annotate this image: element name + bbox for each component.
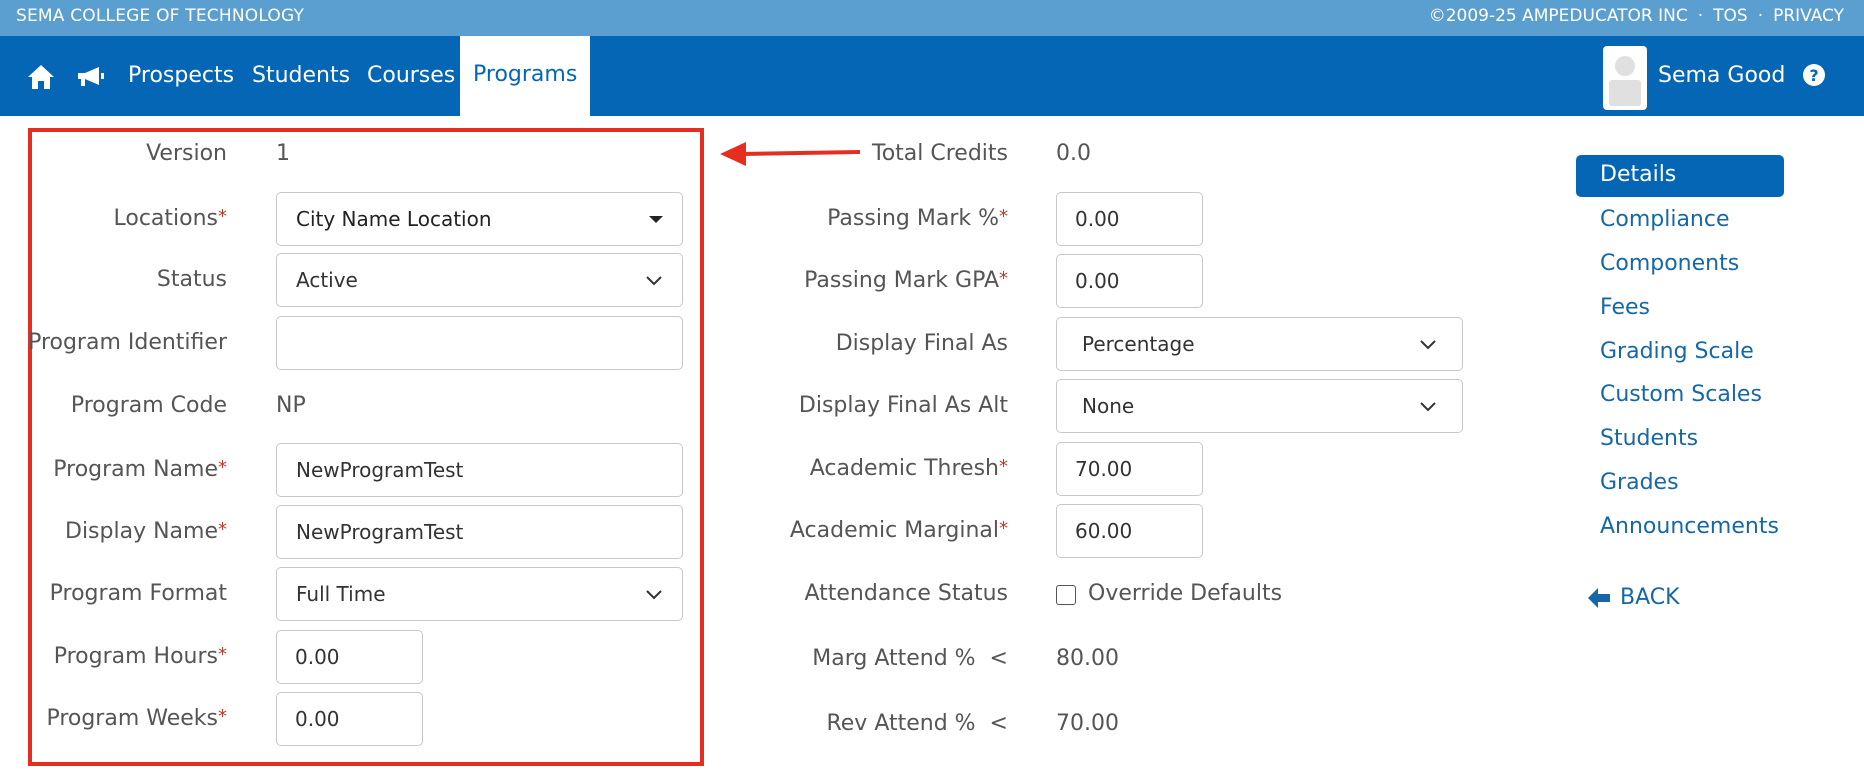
nav-students[interactable]: Students — [252, 63, 350, 88]
tos-link[interactable]: TOS — [1713, 6, 1748, 26]
home-icon[interactable] — [23, 59, 59, 95]
academic-marginal-input[interactable]: 60.00 — [1056, 504, 1203, 558]
chevron-down-icon — [646, 276, 662, 286]
nav-courses[interactable]: Courses — [367, 63, 455, 88]
display-name-input[interactable]: NewProgramTest — [276, 505, 683, 559]
sidebar-item-students[interactable]: Students — [1600, 426, 1698, 451]
locations-label: Locations* — [113, 206, 227, 231]
total-credits-label: Total Credits — [872, 141, 1008, 166]
program-format-select[interactable]: Full Time — [276, 567, 683, 621]
chevron-down-icon — [1420, 402, 1436, 412]
back-label: BACK — [1620, 585, 1680, 610]
nav-prospects[interactable]: Prospects — [128, 63, 234, 88]
status-label: Status — [156, 267, 227, 292]
sidebar-item-custom-scales[interactable]: Custom Scales — [1600, 382, 1762, 407]
top-links: ©2009-25 AMPEDUCATOR INC · TOS · PRIVACY — [1429, 6, 1844, 26]
arrow-left-icon — [1588, 587, 1610, 608]
privacy-link[interactable]: PRIVACY — [1773, 6, 1844, 26]
program-hours-label: Program Hours* — [53, 644, 227, 669]
locations-select[interactable]: City Name Location — [276, 192, 683, 246]
program-weeks-label: Program Weeks* — [46, 706, 227, 731]
top-bar: SEMA COLLEGE OF TECHNOLOGY ©2009-25 AMPE… — [0, 0, 1864, 36]
sidebar-item-announcements[interactable]: Announcements — [1600, 514, 1779, 539]
sidebar-item-fees[interactable]: Fees — [1600, 295, 1650, 320]
nav-programs[interactable]: Programs — [460, 36, 591, 116]
passing-mark-gpa-label: Passing Mark GPA* — [804, 268, 1008, 293]
version-label: Version — [146, 141, 227, 166]
program-hours-input[interactable]: 0.00 — [276, 630, 423, 684]
passing-mark-pct-label: Passing Mark %* — [827, 206, 1008, 231]
sidebar-item-grades[interactable]: Grades — [1600, 470, 1679, 495]
display-final-as-alt-label: Display Final As Alt — [798, 393, 1008, 418]
marg-attend-value: 80.00 — [1056, 646, 1119, 671]
passing-mark-gpa-input[interactable]: 0.00 — [1056, 254, 1203, 308]
separator: · — [1757, 6, 1764, 26]
display-name-label: Display Name* — [65, 519, 227, 544]
sidebar-item-details[interactable]: Details — [1576, 155, 1784, 197]
caret-down-icon — [649, 215, 663, 223]
status-select[interactable]: Active — [276, 253, 683, 307]
passing-mark-pct-input[interactable]: 0.00 — [1056, 192, 1203, 246]
program-format-label: Program Format — [49, 581, 227, 606]
arrow-left-icon — [720, 142, 861, 166]
rev-attend-label: Rev Attend % < — [826, 711, 1008, 736]
attendance-status-label: Attendance Status — [804, 581, 1008, 606]
program-weeks-input[interactable]: 0.00 — [276, 692, 423, 746]
version-value: 1 — [276, 141, 290, 166]
school-name: SEMA COLLEGE OF TECHNOLOGY — [16, 6, 305, 26]
chevron-down-icon — [1420, 340, 1436, 350]
copyright-text: ©2009-25 AMPEDUCATOR INC — [1428, 6, 1688, 26]
program-name-input[interactable]: NewProgramTest — [276, 443, 683, 497]
display-final-as-select[interactable]: Percentage — [1056, 317, 1463, 371]
question-circle-icon[interactable]: ? — [1800, 61, 1828, 93]
sidebar-item-grading-scale[interactable]: Grading Scale — [1600, 339, 1754, 364]
sidebar-item-components[interactable]: Components — [1600, 251, 1739, 276]
program-identifier-label: Program Identifier — [28, 330, 227, 355]
academic-marginal-label: Academic Marginal* — [789, 518, 1008, 543]
avatar[interactable] — [1603, 46, 1647, 110]
total-credits-value: 0.0 — [1056, 141, 1091, 166]
program-identifier-input[interactable] — [276, 316, 683, 370]
separator: · — [1697, 6, 1704, 26]
program-code-label: Program Code — [70, 393, 227, 418]
chevron-down-icon — [646, 590, 662, 600]
program-code-value: NP — [276, 393, 306, 418]
marg-attend-label: Marg Attend % < — [812, 646, 1008, 671]
sidebar-item-compliance[interactable]: Compliance — [1600, 207, 1730, 232]
display-final-as-alt-select[interactable]: None — [1056, 379, 1463, 433]
main-navbar: Prospects Students Courses Programs Sema… — [0, 36, 1864, 116]
override-defaults-checkbox[interactable] — [1056, 585, 1076, 605]
display-final-as-label: Display Final As — [835, 331, 1008, 356]
megaphone-icon[interactable] — [72, 59, 108, 95]
academic-thresh-label: Academic Thresh* — [809, 456, 1008, 481]
svg-text:?: ? — [1809, 66, 1818, 85]
user-name[interactable]: Sema Good — [1658, 63, 1785, 88]
program-name-label: Program Name* — [53, 457, 227, 482]
rev-attend-value: 70.00 — [1056, 711, 1119, 736]
back-link[interactable]: BACK — [1588, 585, 1680, 610]
override-defaults-label[interactable]: Override Defaults — [1088, 581, 1282, 606]
academic-thresh-input[interactable]: 70.00 — [1056, 442, 1203, 496]
